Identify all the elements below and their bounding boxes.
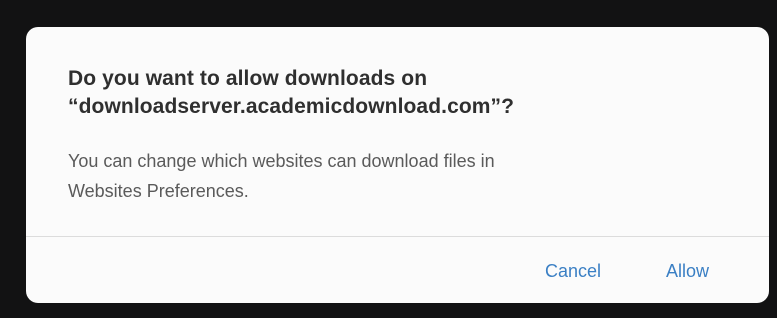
dialog-message: You can change which websites can downlo… <box>68 146 748 206</box>
cancel-button[interactable]: Cancel <box>539 255 607 287</box>
download-permission-dialog: Do you want to allow downloads on “downl… <box>26 27 769 303</box>
dialog-title-line-1: Do you want to allow downloads on <box>68 67 428 90</box>
dialog-title: Do you want to allow downloads on “downl… <box>68 65 748 121</box>
dialog-message-line-1: You can change which websites can downlo… <box>68 151 495 171</box>
allow-button[interactable]: Allow <box>660 255 715 287</box>
dialog-divider <box>26 236 769 237</box>
dialog-message-line-2: Websites Preferences. <box>68 181 249 201</box>
dialog-title-line-2: “downloadserver.academicdownload.com”? <box>68 95 515 118</box>
